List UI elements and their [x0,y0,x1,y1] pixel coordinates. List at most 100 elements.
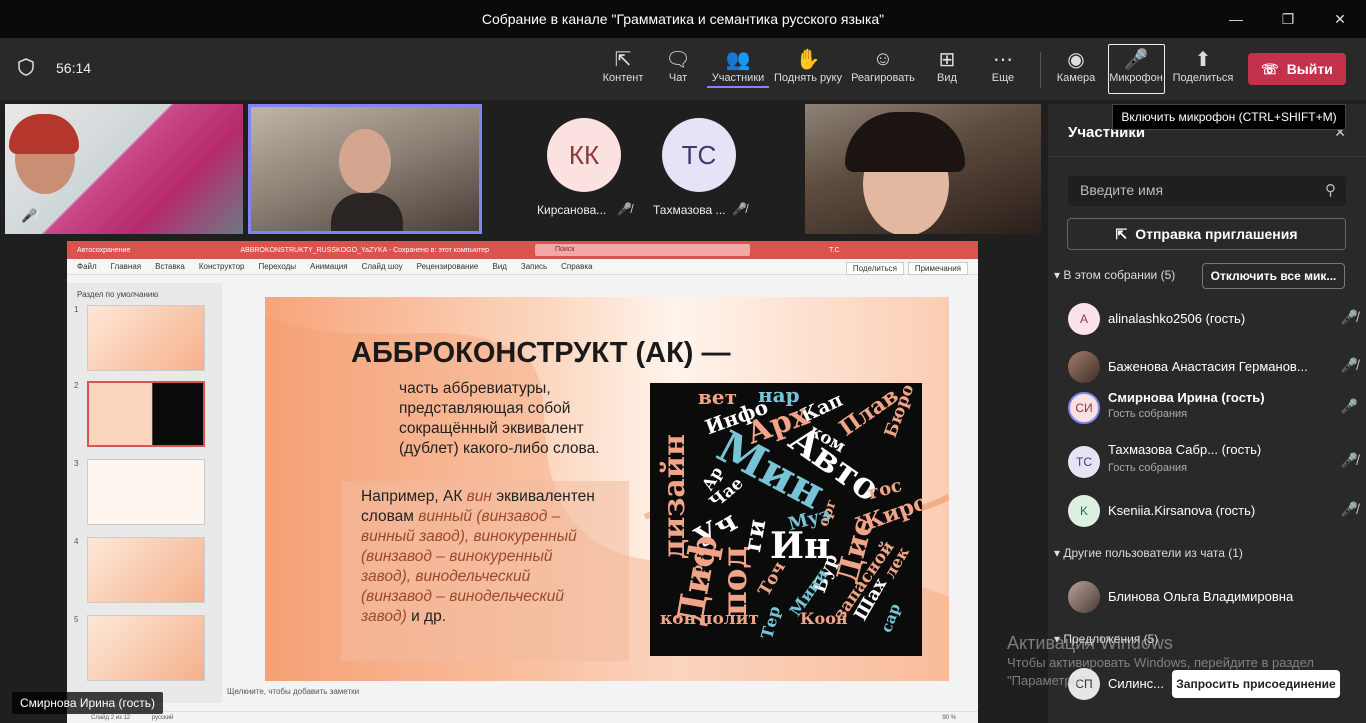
view-button[interactable]: ⊞ Вид [917,46,977,85]
panel-divider [1048,156,1366,157]
tile-name-takhmazova: Тахмазова ... [653,203,726,217]
participants-button[interactable]: 👥 Участники [707,46,769,88]
presenter-name-tag: Смирнова Ирина (гость) [12,692,164,714]
avatar-ts[interactable]: ТС [662,118,736,192]
slide-canvas[interactable]: АББРОКОНСТРУКТ (АК) — часть аббревиатуры… [265,297,949,681]
toolbar-divider [1040,52,1041,88]
participant-body [331,193,403,231]
more-button[interactable]: ⋯ Еще [973,46,1033,85]
slide-thumbnails: Раздел по умолчанию 1 2 3 4 5 [67,283,222,703]
shield-icon [18,58,34,81]
mic-on-icon: 🎤 [1340,398,1358,414]
ribbon-tab[interactable]: Справка [561,262,592,271]
ribbon-tab[interactable]: Вставка [155,262,185,271]
window-title: Собрание в канале "Грамматика и семантик… [481,11,885,27]
ribbon-tab[interactable]: Анимация [310,262,348,271]
close-icon[interactable]: ✕ [1314,0,1366,38]
more-icon: ⋯ [993,48,1013,71]
word-cloud-word: ги [737,516,772,555]
slide-heading: АББРОКОНСТРУКТ (АК) — [351,337,731,369]
slide-example: Например, АК вин эквивалентен словам вин… [361,488,595,625]
mic-off-icon: 🎤̸ [617,202,632,216]
avatar: СИ [1068,392,1100,424]
ribbon-tab[interactable]: Главная [111,262,141,271]
raise-hand-button[interactable]: ✋ Поднять руку [770,46,846,85]
share-button[interactable]: ⬆ Поделиться [1170,46,1236,85]
slide-thumb-5[interactable] [87,615,205,681]
ribbon-tab[interactable]: Слайд шоу [362,262,403,271]
search-icon: ⚲ [1325,182,1336,199]
camera-icon: ◉ [1067,48,1085,71]
mic-off-icon: 🎤 [1123,48,1149,71]
ribbon-tab[interactable]: Файл [77,262,97,271]
maximize-icon[interactable]: ❐ [1262,0,1314,38]
share-icon: ⇱ [1115,225,1128,242]
ppt-titlebar: Автосохранение ABBROKONSTRUKTY_RUSSKOGO_… [67,241,978,259]
slide-thumb-1[interactable] [87,305,205,371]
word-cloud-word: кон [660,609,697,629]
mic-off-icon: 🎤̸ [1340,357,1358,373]
mic-off-icon: 🎤̸ [1340,309,1358,325]
participant-search-input[interactable]: Введите имя ⚲ [1068,176,1346,206]
slide-thumb-3[interactable] [87,459,205,525]
word-cloud-word: сар [877,601,905,635]
ribbon-tab[interactable]: Переходы [258,262,296,271]
leave-button[interactable]: ☏ Выйти [1248,53,1346,85]
react-button[interactable]: ☺ Реагировать [848,46,918,85]
section-in-meeting[interactable]: ▾ В этом собрании (5) [1054,268,1175,282]
video-tile-1[interactable]: 🎤̸ [5,104,243,234]
mic-off-icon: 🎤̸ [732,202,747,216]
chevron-down-icon: ▾ [1054,268,1061,282]
participant-row[interactable]: A alinalashko2506 (гость) 🎤̸ [1068,299,1358,339]
mute-all-button[interactable]: Отключить все мик... [1202,263,1345,289]
avatar [1068,581,1100,613]
participant-hair [9,114,79,154]
ribbon-tab[interactable]: Конструктор [199,262,245,271]
minimize-icon[interactable]: — [1210,0,1262,38]
word-cloud-word: Тер [757,603,785,642]
word-cloud-image: вет нар Кап Инфо Арх Плав Бюро дизайн ко… [650,383,922,656]
avatar: K [1068,495,1100,527]
slide-thumb-2[interactable] [87,381,205,447]
participant-hair [845,112,965,172]
participant-row[interactable]: Баженова Анастасия Германов... 🎤̸ [1068,347,1358,387]
send-invite-button[interactable]: ⇱ Отправка приглашения [1067,218,1346,250]
word-cloud-word: Точ [754,558,790,600]
window-titlebar: Собрание в канале "Грамматика и семантик… [0,0,1366,38]
avatar [1068,351,1100,383]
microphone-button[interactable]: 🎤 Микрофон [1106,46,1166,85]
react-icon: ☺ [872,47,894,70]
share-icon: ⬆ [1194,48,1212,71]
slide-thumb-4[interactable] [87,537,205,603]
participant-row[interactable]: ТС Тахмазова Сабр... (гость) Гость собра… [1068,442,1358,482]
ppt-search[interactable]: Поиск [535,244,750,256]
content-button[interactable]: ⇱ Контент [593,46,653,85]
video-tile-speaker[interactable] [248,104,482,234]
ppt-comments-button[interactable]: Примечания [907,262,968,275]
section-chat-users[interactable]: ▾ Другие пользователи из чата (1) [1054,546,1243,560]
camera-button[interactable]: ◉ Камера [1046,46,1106,85]
slide-notes-placeholder[interactable]: Щелкните, чтобы добавить заметки [227,687,359,696]
participants-panel: Участники ✕ Введите имя ⚲ ⇱ Отправка при… [1048,104,1366,723]
avatar-kk[interactable]: КК [547,118,621,192]
ribbon-tab[interactable]: Запись [521,262,547,271]
meeting-toolbar: 56:14 ⇱ Контент 🗨 Чат 👥 Участники ✋ Подн… [0,38,1366,100]
participant-row[interactable]: Блинова Ольга Владимировна [1068,577,1358,617]
share-content-icon: ⇱ [614,48,632,71]
video-tile-5[interactable] [805,104,1041,234]
participant-row[interactable]: K Kseniia.Kirsanova (гость) 🎤̸ [1068,491,1358,531]
chevron-down-icon: ▾ [1054,546,1061,560]
ribbon-tab[interactable]: Рецензирование [417,262,479,271]
participant-video [339,129,391,193]
chat-button[interactable]: 🗨 Чат [648,46,708,85]
mic-tooltip: Включить микрофон (CTRL+SHIFT+M) [1112,104,1346,130]
participant-row[interactable]: СИ Смирнова Ирина (гость) Гость собрания… [1068,388,1358,428]
shared-screen-powerpoint: Автосохранение ABBROKONSTRUKTY_RUSSKOGO_… [67,241,978,723]
word-cloud-word: Коон [800,609,848,628]
ribbon-tab[interactable]: Вид [492,262,506,271]
phone-hangup-icon: ☏ [1261,60,1279,77]
participants-icon: 👥 [725,48,751,71]
section-label: Раздел по умолчанию [77,290,159,299]
zoom-level: 90 % [942,715,956,721]
ppt-share-button[interactable]: Поделиться [845,262,904,275]
